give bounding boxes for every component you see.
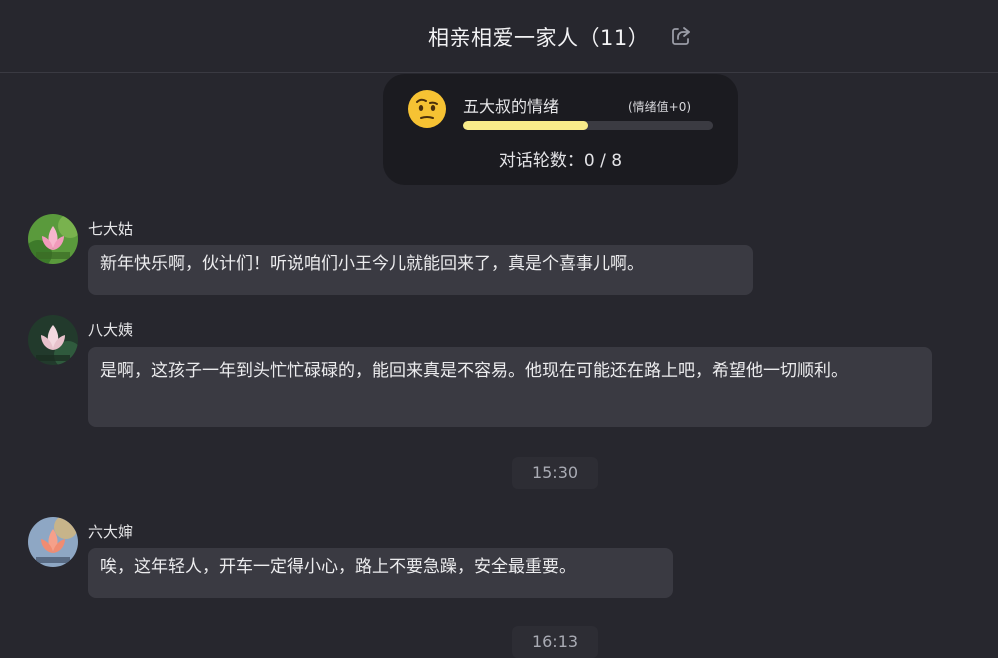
chat-header: 相亲相爱一家人（11） bbox=[0, 0, 998, 73]
emotion-progress-track bbox=[463, 121, 713, 130]
avatar[interactable] bbox=[28, 315, 78, 365]
sender-name: 六大婶 bbox=[88, 523, 134, 541]
avatar[interactable] bbox=[28, 214, 78, 264]
sender-name: 八大姨 bbox=[88, 321, 134, 339]
message-bubble: 唉，这年轻人，开车一定得小心，路上不要急躁，安全最重要。 bbox=[88, 548, 673, 598]
emotion-name: 五大叔的情绪 bbox=[463, 97, 560, 116]
message-bubble: 是啊，这孩子一年到头忙忙碌碌的，能回来真是不容易。他现在可能还在路上吧，希望他一… bbox=[88, 347, 932, 427]
avatar[interactable] bbox=[28, 517, 78, 567]
sender-name: 七大姑 bbox=[88, 220, 134, 238]
emotion-value: (情绪值+0) bbox=[628, 100, 692, 114]
emotion-progress-fill bbox=[463, 121, 588, 130]
group-title: 相亲相爱一家人（11） bbox=[428, 26, 650, 50]
share-icon[interactable] bbox=[669, 24, 693, 48]
emotion-card: 五大叔的情绪 (情绪值+0) 对话轮数：0 / 8 bbox=[383, 74, 738, 185]
message-bubble: 新年快乐啊，伙计们！听说咱们小王今儿就能回来了，真是个喜事儿啊。 bbox=[88, 245, 753, 295]
dialogue-rounds: 对话轮数：0 / 8 bbox=[498, 151, 623, 171]
timestamp: 16:13 bbox=[512, 626, 598, 658]
raised-eyebrow-face-icon bbox=[407, 89, 447, 129]
timestamp: 15:30 bbox=[512, 457, 598, 489]
